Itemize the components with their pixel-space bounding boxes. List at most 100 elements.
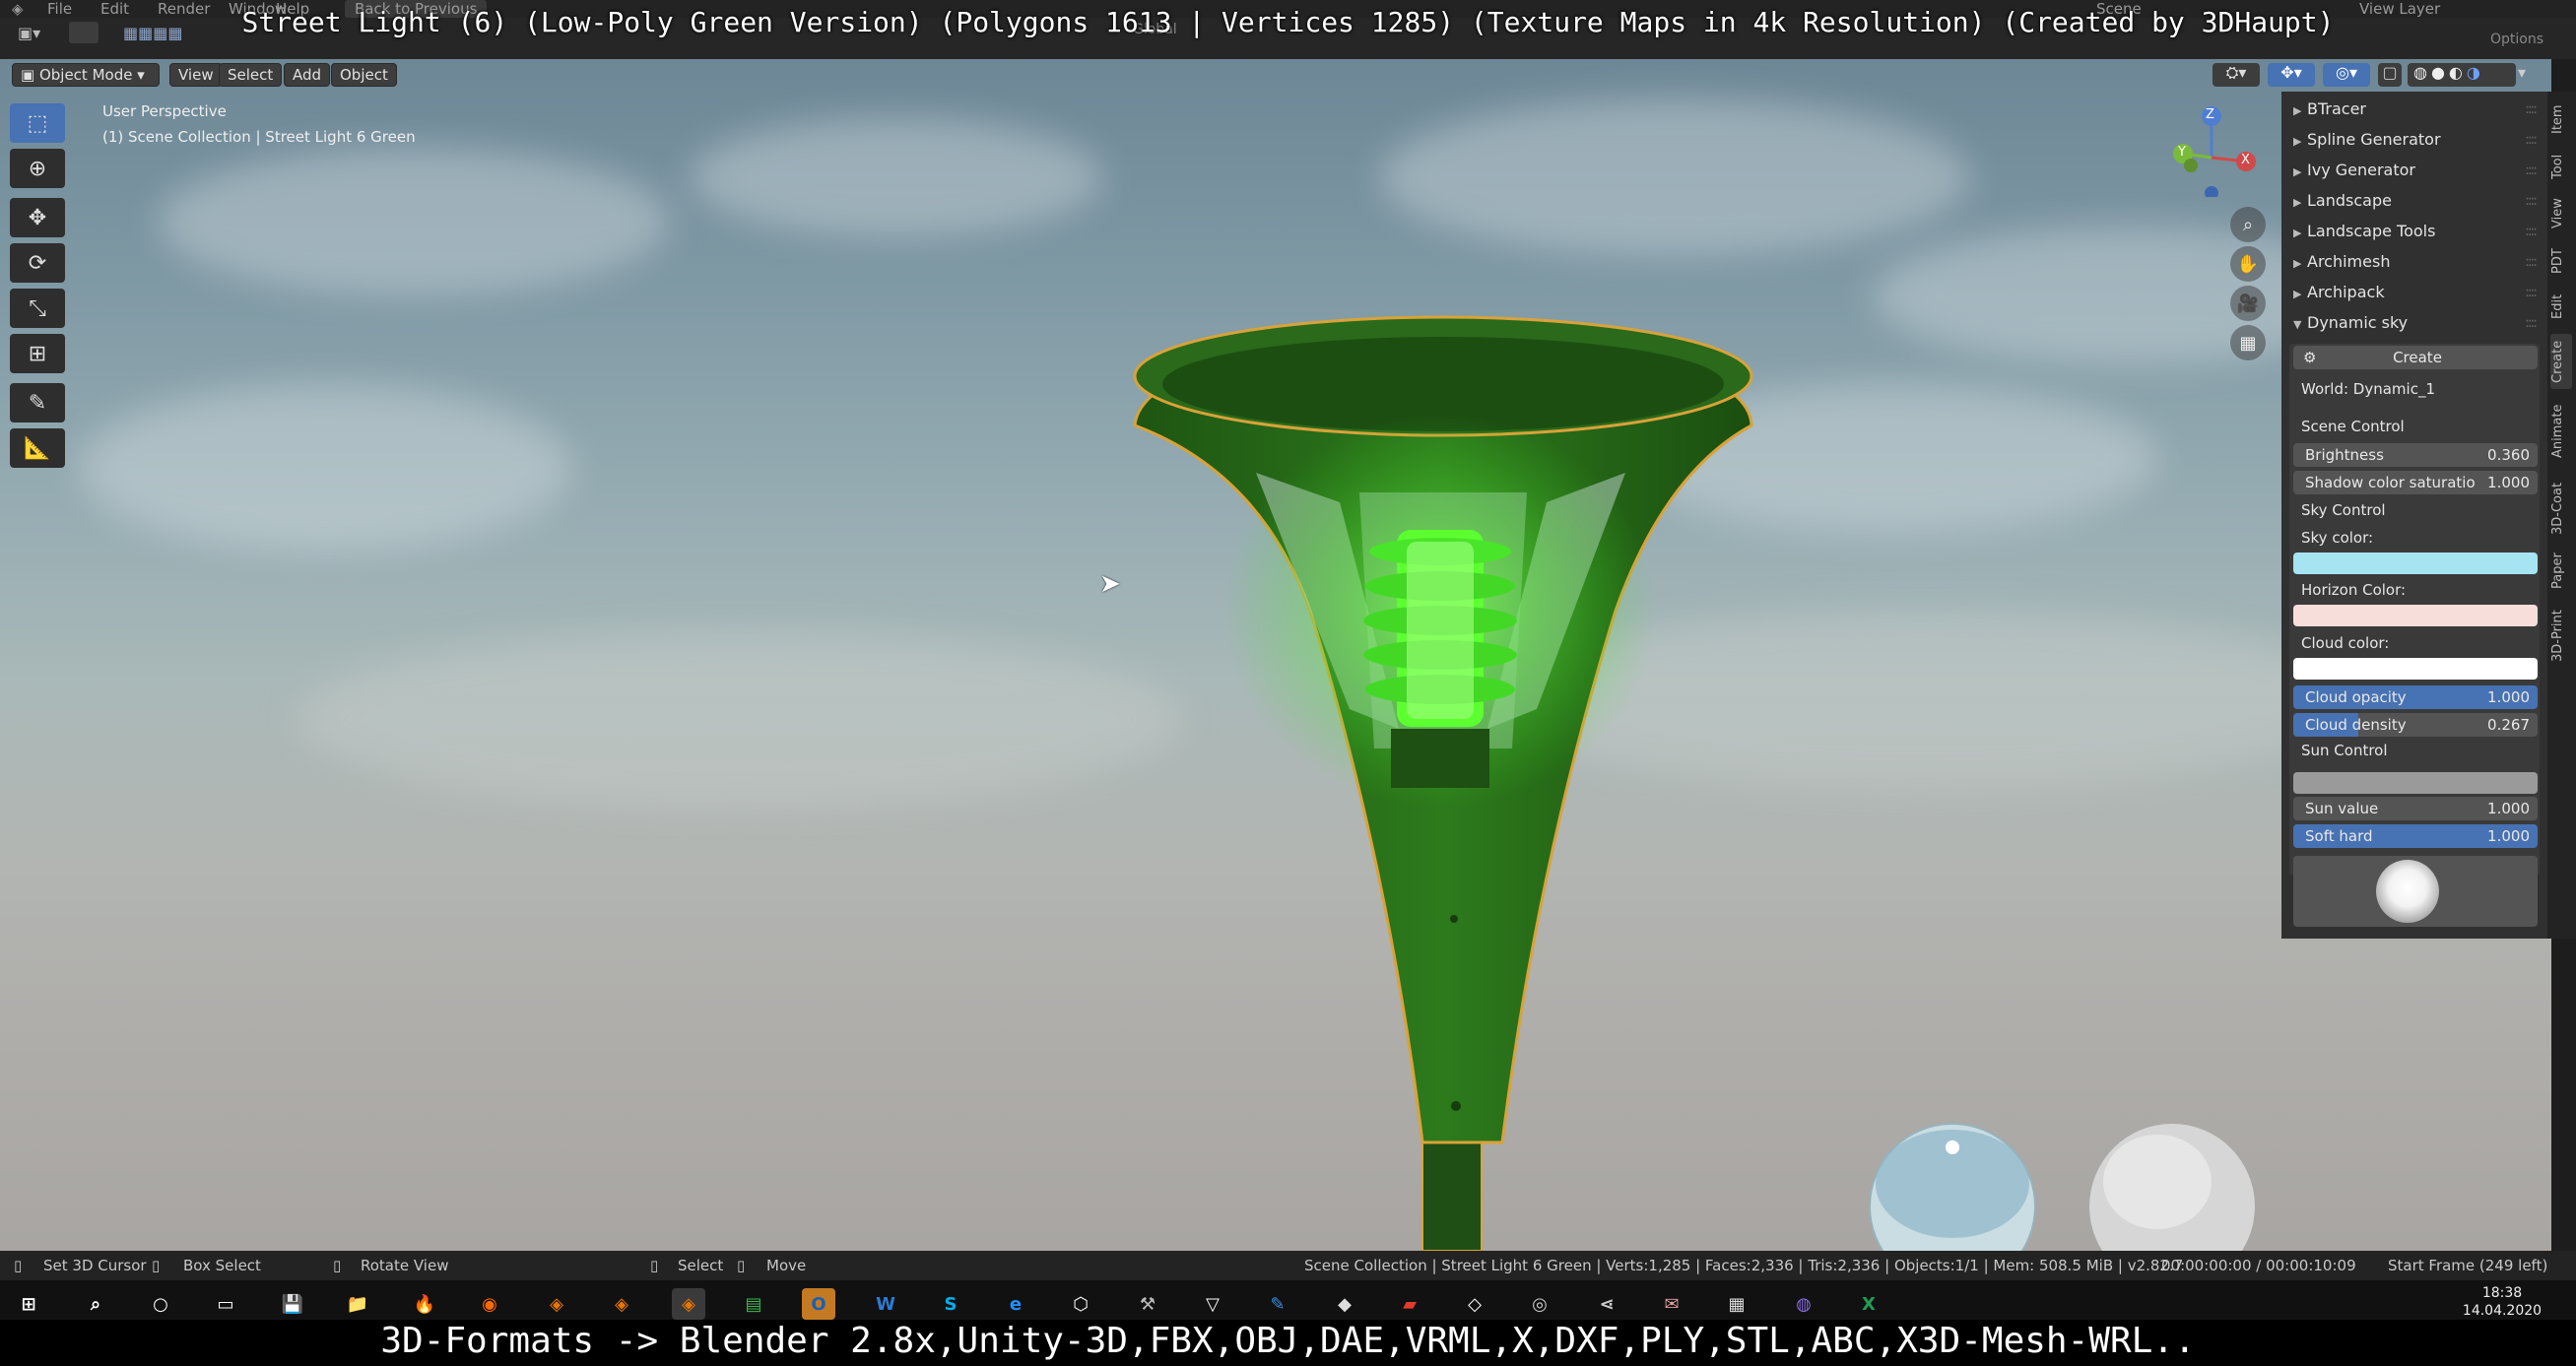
edge-icon[interactable]: e xyxy=(999,1288,1032,1320)
sun-color-swatch[interactable] xyxy=(2293,772,2538,794)
tab-create[interactable]: Create xyxy=(2550,334,2572,389)
scale-icon[interactable]: ⤡ xyxy=(10,289,65,328)
overlay-toggle-icon[interactable]: ◎▾ xyxy=(2323,63,2370,87)
skype-icon[interactable]: S xyxy=(934,1288,967,1320)
drag-handle-icon[interactable]: :::: xyxy=(2525,186,2538,216)
sky-color-label: Sky color: xyxy=(2301,529,2374,547)
ortho-grid-icon[interactable]: ▦ xyxy=(2230,325,2266,360)
task-view-icon[interactable]: ▭ xyxy=(209,1288,242,1320)
tab-animate[interactable]: Animate xyxy=(2550,399,2572,464)
sun-preview-box[interactable] xyxy=(2293,856,2538,927)
transform-icon[interactable]: ⊞ xyxy=(10,334,65,373)
viewport-shading-controls[interactable]: ⛭▾ ✥▾ ◎▾ ▢ ◍●◐◑ ▾ xyxy=(2213,63,2538,87)
system-clock[interactable]: 18:38 14.04.2020 xyxy=(2443,1284,2561,1320)
brightness-field[interactable]: Brightness 0.360 xyxy=(2293,443,2538,467)
cloud-opacity-slider[interactable]: Cloud opacity 1.000 xyxy=(2293,685,2538,709)
unity-icon[interactable]: ◇ xyxy=(1458,1288,1491,1320)
sky-color-swatch[interactable] xyxy=(2293,553,2538,574)
viewport-menu-object[interactable]: Object xyxy=(331,63,397,87)
excel-icon[interactable]: X xyxy=(1852,1288,1885,1320)
cloud-density-slider[interactable]: Cloud density 0.267 xyxy=(2293,713,2538,737)
shading-dropdown-icon[interactable]: ▾ xyxy=(2518,63,2538,87)
tab-item[interactable]: Item xyxy=(2550,99,2572,139)
flame-app-icon[interactable]: 🔥 xyxy=(408,1288,441,1320)
visibility-icon[interactable]: ⛭▾ xyxy=(2213,63,2260,87)
collapsed-triangle-icon: ▶ xyxy=(2293,165,2302,178)
annotate-icon[interactable]: ✎ xyxy=(10,383,65,423)
tab-edit[interactable]: Edit xyxy=(2550,287,2572,326)
create-button[interactable]: ⚙ Create xyxy=(2293,346,2538,369)
move-icon[interactable]: ✥ xyxy=(10,198,65,237)
windows-start-icon[interactable]: ⊞ xyxy=(12,1288,45,1320)
soft-hard-slider[interactable]: Soft hard 1.000 xyxy=(2293,824,2538,848)
word-icon[interactable]: W xyxy=(869,1288,902,1320)
panel-landscape[interactable]: ▶ Landscape:::: xyxy=(2281,186,2547,216)
measure-icon[interactable]: 📐 xyxy=(10,428,65,468)
horizon-color-swatch[interactable] xyxy=(2293,605,2538,626)
outlook-icon[interactable]: O xyxy=(802,1288,835,1320)
panel-archimesh[interactable]: ▶ Archimesh:::: xyxy=(2281,247,2547,277)
rotate-icon[interactable]: ⟳ xyxy=(10,243,65,283)
viewport-menu-view[interactable]: View xyxy=(169,63,223,87)
tab-pdt[interactable]: PDT xyxy=(2550,241,2572,281)
drag-handle-icon[interactable]: :::: xyxy=(2525,308,2538,338)
drag-handle-icon[interactable]: :::: xyxy=(2525,95,2538,124)
tab-view[interactable]: View xyxy=(2550,194,2572,233)
chevron-down-icon: ▾ xyxy=(132,66,145,84)
unity-hub-icon[interactable]: ◎ xyxy=(1523,1288,1556,1320)
tab-3d-coat[interactable]: 3D-Coat xyxy=(2550,476,2572,541)
pan-hand-icon[interactable]: ✋ xyxy=(2230,246,2266,282)
drag-handle-icon[interactable]: :::: xyxy=(2525,156,2538,185)
panel-archipack[interactable]: ▶ Archipack:::: xyxy=(2281,278,2547,307)
layers-app-icon[interactable]: ◆ xyxy=(1328,1288,1361,1320)
save-app-icon[interactable]: 💾 xyxy=(276,1288,309,1320)
object-mode-dropdown[interactable]: ▣ Object Mode ▾ xyxy=(12,63,160,87)
calculator-icon[interactable]: ▦ xyxy=(1720,1288,1753,1320)
acrobat-icon[interactable]: ▰ xyxy=(1393,1288,1426,1320)
tab-tool[interactable]: Tool xyxy=(2550,147,2572,186)
panel-landscape-tools[interactable]: ▶ Landscape Tools:::: xyxy=(2281,217,2547,246)
sun-value-field[interactable]: Sun value 1.000 xyxy=(2293,797,2538,820)
panel-ivy-generator[interactable]: ▶ Ivy Generator:::: xyxy=(2281,156,2547,185)
maps-icon[interactable]: ◍ xyxy=(1787,1288,1820,1320)
cursor-icon[interactable]: ⊕ xyxy=(10,149,65,188)
panel-dynamic-sky[interactable]: ▼ Dynamic sky:::: xyxy=(2281,308,2547,338)
file-explorer-icon[interactable]: 📁 xyxy=(341,1288,374,1320)
street-light-model[interactable] xyxy=(0,59,2551,1251)
cortana-icon[interactable]: ○ xyxy=(144,1288,177,1320)
xray-toggle-icon[interactable]: ▢ xyxy=(2378,63,2402,87)
shading-mode-icons[interactable]: ◍●◐◑ xyxy=(2408,63,2516,87)
3d-viewport[interactable]: ➤ xyxy=(0,59,2551,1251)
remote-app-icon[interactable]: ✉ xyxy=(1655,1288,1688,1320)
drag-handle-icon[interactable]: :::: xyxy=(2525,278,2538,307)
panel-btracer[interactable]: ▶ BTracer:::: xyxy=(2281,95,2547,124)
paint-app-icon[interactable]: ✎ xyxy=(1261,1288,1294,1320)
mouse-drag-icon: ▯ xyxy=(737,1257,746,1274)
drag-handle-icon[interactable]: :::: xyxy=(2525,125,2538,155)
shadow-saturation-field[interactable]: Shadow color saturatio 1.000 xyxy=(2293,471,2538,494)
share-app-icon[interactable]: ⋖ xyxy=(1590,1288,1623,1320)
viewport-menu-select[interactable]: Select xyxy=(219,63,283,87)
camera-view-icon[interactable]: 🎥 xyxy=(2230,286,2266,321)
blender-icon-active[interactable]: ◈ xyxy=(672,1288,705,1320)
start-frame: Start Frame (249 left) xyxy=(2388,1257,2548,1274)
zoom-icon[interactable]: ⌕ xyxy=(2230,207,2266,242)
blender-icon[interactable]: ◈ xyxy=(540,1288,573,1320)
tab-paper[interactable]: Paper xyxy=(2550,547,2572,596)
gizmo-toggle-icon[interactable]: ✥▾ xyxy=(2268,63,2315,87)
select-box-icon[interactable]: ⬚ xyxy=(10,103,65,143)
viewport-menu-add[interactable]: Add xyxy=(284,63,331,87)
navigation-gizmo[interactable]: Z Y X xyxy=(2167,102,2256,200)
firefox-icon[interactable]: ◉ xyxy=(473,1288,506,1320)
cloud-color-swatch[interactable] xyxy=(2293,658,2538,680)
blender-icon-2[interactable]: ◈ xyxy=(605,1288,638,1320)
tool-app-icon[interactable]: ⚒ xyxy=(1131,1288,1164,1320)
image-viewer-icon[interactable]: ▤ xyxy=(737,1288,770,1320)
vectorworks-icon[interactable]: ▽ xyxy=(1196,1288,1229,1320)
drag-handle-icon[interactable]: :::: xyxy=(2525,247,2538,277)
panel-spline-generator[interactable]: ▶ Spline Generator:::: xyxy=(2281,125,2547,155)
drag-handle-icon[interactable]: :::: xyxy=(2525,217,2538,246)
3d-viewer-icon[interactable]: ⬡ xyxy=(1064,1288,1097,1320)
search-icon[interactable]: ⌕ xyxy=(79,1288,112,1320)
tab-3d-print[interactable]: 3D-Print xyxy=(2550,604,2572,669)
